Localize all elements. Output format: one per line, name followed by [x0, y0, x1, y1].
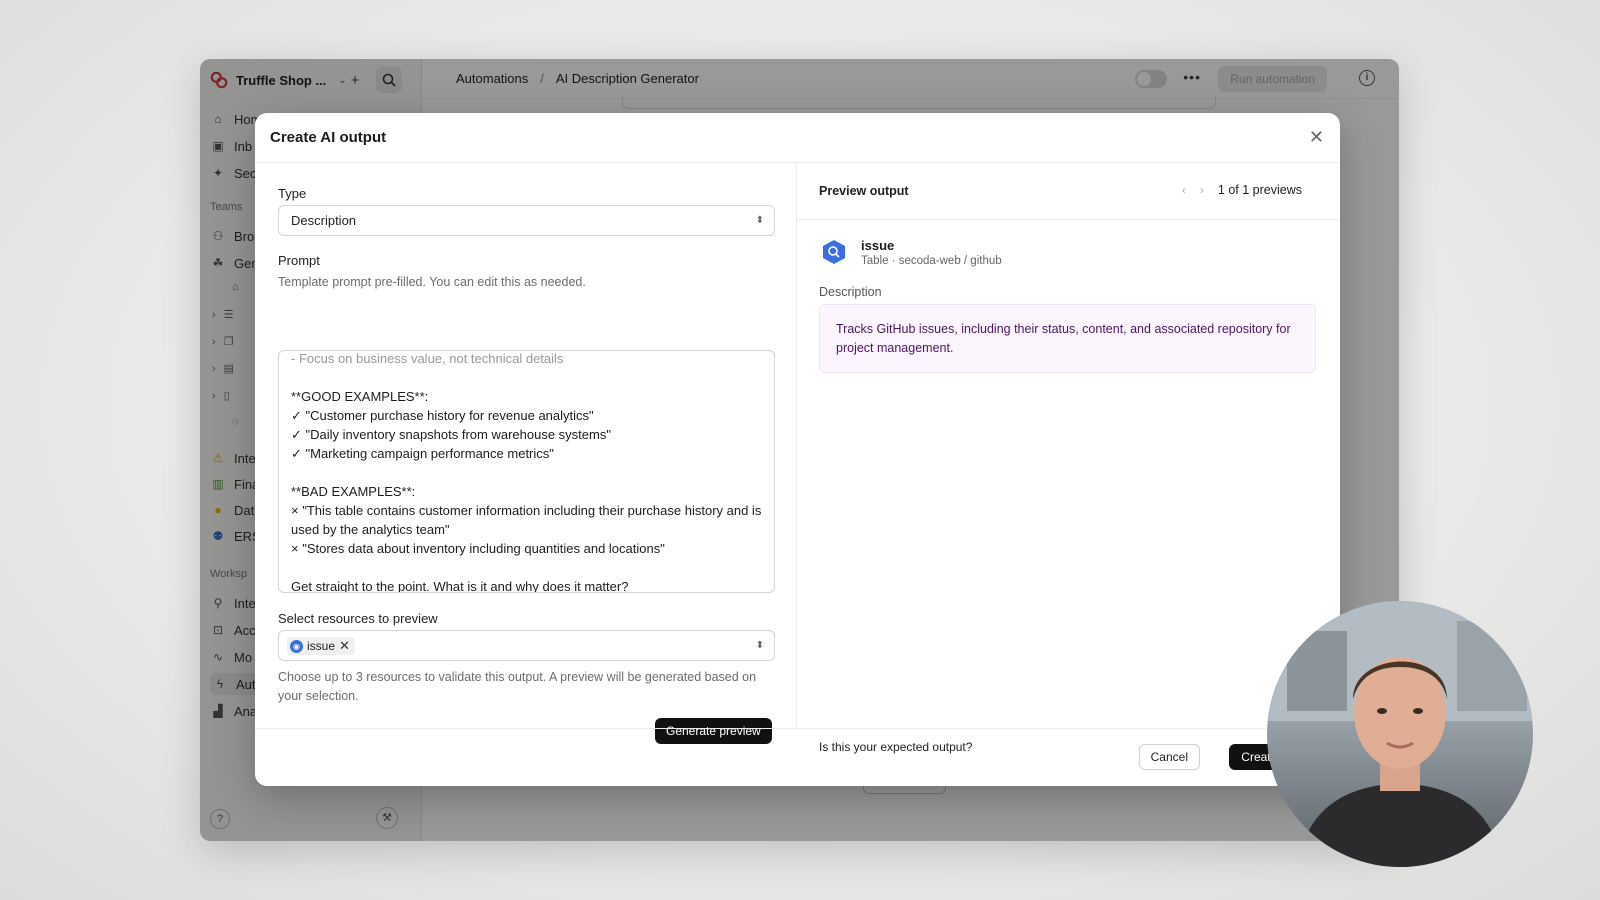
webcam-overlay	[1267, 601, 1533, 867]
modal-header: Create AI output ✕	[255, 113, 1340, 163]
prompt-line: **GOOD EXAMPLES**:	[291, 389, 429, 404]
preview-pane: Preview output ‹ › 1 of 1 previews issue…	[797, 163, 1340, 728]
presenter-video-icon	[1267, 601, 1533, 867]
prompt-line: ✓ "Customer purchase history for revenue…	[291, 408, 594, 423]
prompt-line: ✓ "Marketing campaign performance metric…	[291, 446, 554, 461]
close-icon[interactable]: ✕	[1309, 127, 1324, 148]
preview-pager: ‹ › 1 of 1 previews	[1182, 183, 1302, 197]
modal-footer: Cancel Create A	[255, 728, 1340, 786]
chevron-updown-icon: ⬍	[755, 640, 764, 651]
remove-chip-icon[interactable]: ✕	[339, 638, 350, 654]
resources-label: Select resources to preview	[278, 611, 438, 626]
type-label: Type	[278, 186, 307, 201]
resource-chip-label: issue	[307, 639, 336, 653]
resource-meta: Table · secoda-web / github	[861, 255, 1002, 267]
type-select[interactable]: Description ⬍	[278, 205, 775, 236]
preview-title: Preview output	[819, 184, 909, 198]
resource-chip: ◉ issue ✕	[287, 637, 355, 655]
config-pane: Type Description ⬍ Prompt Template promp…	[255, 163, 797, 744]
prompt-line	[291, 368, 762, 387]
prompt-line: - Focus on business value, not technical…	[291, 351, 564, 366]
prompt-textarea[interactable]: - Focus on business value, not technical…	[278, 350, 775, 593]
prompt-line: **BAD EXAMPLES**:	[291, 484, 416, 499]
table-icon: ◉	[290, 639, 303, 653]
description-output: Tracks GitHub issues, including their st…	[819, 304, 1316, 373]
prompt-line	[291, 558, 762, 577]
preview-count: 1 of 1 previews	[1217, 183, 1302, 197]
prompt-line: × "This table contains customer informat…	[291, 503, 762, 537]
resource-name[interactable]: issue	[861, 238, 894, 253]
prompt-line: ✓ "Daily inventory snapshots from wareho…	[291, 427, 611, 442]
type-select-value: Description	[291, 213, 357, 228]
table-icon	[823, 240, 845, 264]
chevron-right-icon[interactable]: ›	[1200, 183, 1204, 197]
resources-select[interactable]: ◉ issue ✕ ⬍	[278, 630, 775, 661]
description-label: Description	[819, 285, 882, 299]
prompt-line	[291, 463, 762, 482]
prompt-line: Get straight to the point. What is it an…	[291, 579, 629, 593]
chevron-updown-icon: ⬍	[755, 215, 764, 226]
chevron-left-icon[interactable]: ‹	[1182, 183, 1186, 197]
modal-title: Create AI output	[270, 129, 387, 146]
preview-header: Preview output ‹ › 1 of 1 previews	[797, 163, 1340, 220]
prompt-label: Prompt	[278, 253, 320, 268]
resources-hint: Choose up to 3 resources to validate thi…	[278, 670, 757, 703]
cancel-button[interactable]: Cancel	[1138, 744, 1200, 770]
prompt-line: × "Stores data about inventory including…	[291, 541, 665, 556]
create-ai-output-modal: Create AI output ✕ Type Description ⬍ Pr…	[255, 113, 1340, 786]
prompt-hint: Template prompt pre-filled. You can edit…	[278, 275, 586, 289]
